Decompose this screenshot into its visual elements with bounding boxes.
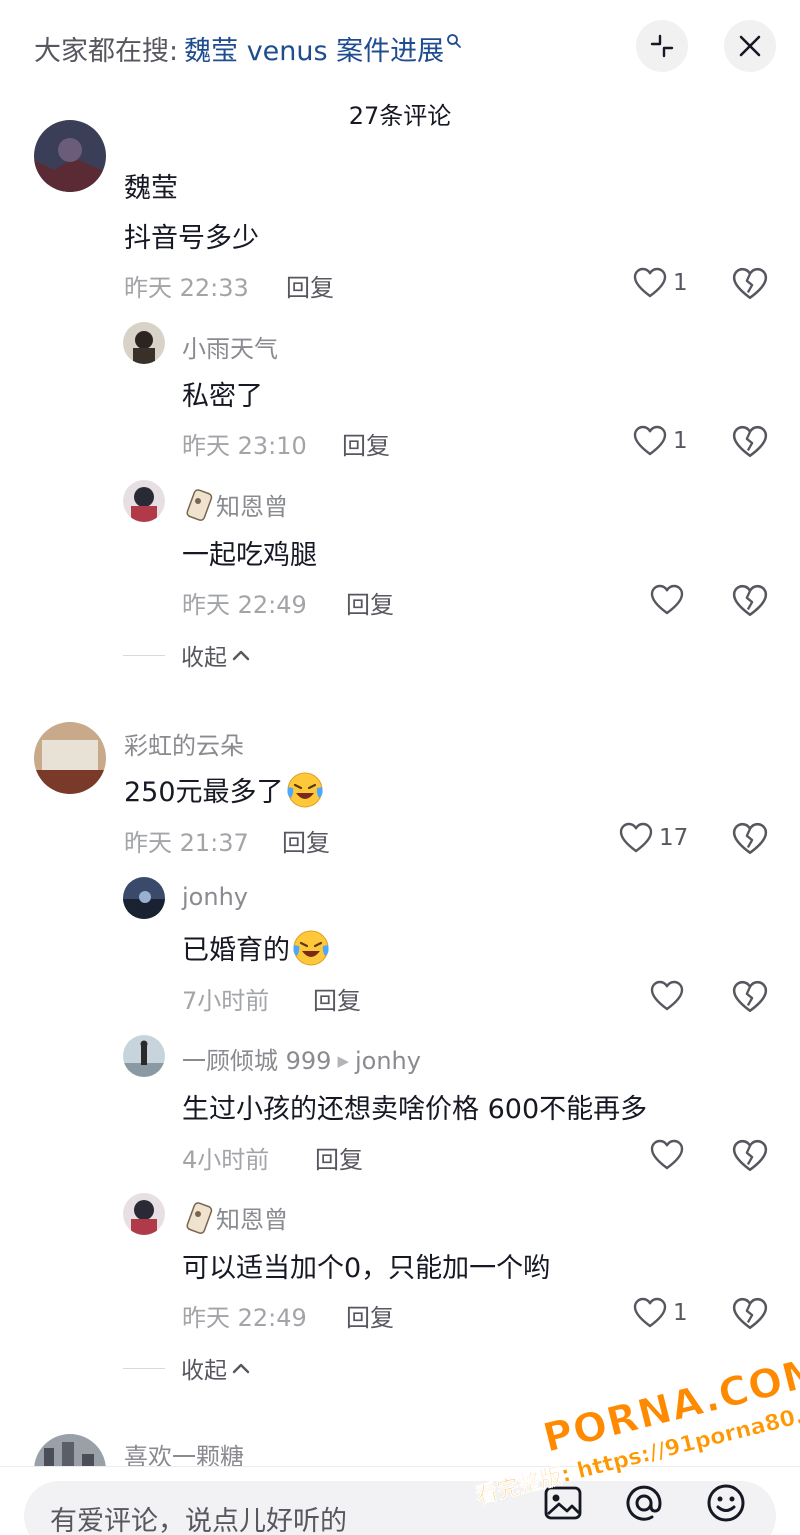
comment-time: 昨天 22:33 — [124, 274, 249, 302]
avatar[interactable] — [123, 1035, 165, 1077]
collapse-replies-button[interactable]: 收起 — [123, 640, 251, 671]
comment-count-title: 27条评论 — [348, 102, 452, 130]
heart-icon — [650, 584, 684, 615]
collapse-label: 收起 — [181, 645, 227, 671]
like-button[interactable] — [650, 582, 684, 618]
watermark-logo: PORNA.COM — [538, 1348, 800, 1463]
reply-username[interactable]: 知恩曾 — [182, 487, 288, 523]
broken-heart-icon[interactable] — [732, 821, 768, 857]
reply-time: 昨天 22:49 — [182, 1304, 307, 1332]
reply-username[interactable]: 小雨天气 — [182, 329, 278, 364]
avatar[interactable] — [34, 120, 106, 192]
reply-time: 昨天 23:10 — [182, 432, 307, 460]
reply-username-text: 一顾倾城 999 — [182, 1047, 332, 1075]
reply-username[interactable]: 一顾倾城 999 ▶ jonhy — [182, 1041, 421, 1076]
image-icon[interactable] — [541, 1481, 585, 1525]
like-button[interactable]: 1 — [633, 265, 688, 301]
heart-icon — [633, 425, 667, 456]
search-icon — [447, 34, 462, 48]
trending-search-bar[interactable]: 大家都在搜: 魏莹 venus 案件进展 — [34, 28, 462, 68]
reply-text-content: 已婚育的 — [182, 935, 290, 966]
user-badge-icon — [186, 1202, 213, 1234]
avatar[interactable] — [123, 877, 165, 919]
reply-text: 已婚育的 — [182, 928, 330, 967]
reply-arrow-icon: ▶ — [337, 1052, 349, 1070]
avatar[interactable] — [34, 722, 106, 794]
reply-username[interactable]: 知恩曾 — [182, 1200, 288, 1236]
chevron-up-icon — [232, 650, 250, 661]
like-count: 1 — [673, 270, 688, 296]
avatar[interactable] — [123, 1193, 165, 1235]
comment-text: 250元最多了 — [124, 770, 324, 809]
reply-button[interactable]: 回复 — [346, 585, 394, 620]
like-button[interactable] — [650, 1137, 684, 1173]
reply-button[interactable]: 回复 — [313, 981, 361, 1016]
reply-time: 4小时前 — [182, 1146, 270, 1174]
broken-heart-icon[interactable] — [732, 1138, 768, 1174]
broken-heart-icon[interactable] — [732, 979, 768, 1015]
like-button[interactable] — [650, 978, 684, 1014]
minimize-button[interactable] — [636, 20, 688, 72]
heart-icon — [633, 1297, 667, 1328]
heart-icon — [650, 980, 684, 1011]
search-prefix-label: 大家都在搜: — [34, 35, 179, 67]
like-count: 17 — [659, 825, 689, 851]
comment-username[interactable]: 魏莹 — [124, 166, 178, 205]
comment-username[interactable]: 彩虹的云朵 — [124, 726, 244, 761]
comment-input-bar: 有爱评论，说点儿好听的 — [0, 1466, 800, 1535]
collapse-arrows-icon — [650, 34, 674, 58]
comment-text-content: 250元最多了 — [124, 777, 284, 808]
reply-username-text: 知恩曾 — [216, 493, 288, 521]
like-count: 1 — [673, 428, 688, 454]
like-count: 1 — [673, 1300, 688, 1326]
reply-text: 生过小孩的还想卖啥价格 600不能再多 — [182, 1094, 648, 1125]
reply-button[interactable]: 回复 — [346, 1298, 394, 1333]
search-topic-link[interactable]: 魏莹 venus 案件进展 — [184, 29, 444, 68]
comment-input-placeholder: 有爱评论，说点儿好听的 — [50, 1506, 347, 1535]
collapse-replies-button[interactable]: 收起 — [123, 1353, 251, 1384]
like-button[interactable]: 17 — [619, 820, 688, 856]
broken-heart-icon[interactable] — [732, 1296, 768, 1332]
reply-to-username[interactable]: jonhy — [355, 1047, 421, 1075]
avatar[interactable] — [123, 322, 165, 364]
laughing-crying-emoji-icon — [293, 930, 329, 966]
reply-button[interactable]: 回复 — [315, 1140, 363, 1175]
comment-text: 抖音号多少 — [124, 223, 259, 254]
avatar[interactable] — [123, 480, 165, 522]
chevron-up-icon — [232, 1363, 250, 1374]
heart-icon — [619, 822, 653, 853]
like-button[interactable]: 1 — [633, 1295, 688, 1331]
reply-button[interactable]: 回复 — [282, 823, 330, 858]
user-badge-icon — [186, 489, 213, 521]
reply-button[interactable]: 回复 — [286, 268, 334, 303]
divider — [123, 1367, 165, 1369]
reply-time: 昨天 22:49 — [182, 591, 307, 619]
broken-heart-icon[interactable] — [732, 266, 768, 302]
divider — [123, 654, 165, 656]
comment-time: 昨天 21:37 — [124, 829, 249, 857]
reply-button[interactable]: 回复 — [342, 426, 390, 461]
collapse-label: 收起 — [181, 1358, 227, 1384]
heart-icon — [633, 267, 667, 298]
reply-time: 7小时前 — [182, 987, 270, 1015]
at-icon[interactable] — [622, 1481, 666, 1525]
reply-text: 一起吃鸡腿 — [182, 540, 317, 571]
smiley-icon[interactable] — [704, 1481, 748, 1525]
broken-heart-icon[interactable] — [732, 583, 768, 619]
broken-heart-icon[interactable] — [732, 424, 768, 460]
reply-text: 私密了 — [182, 381, 263, 412]
heart-icon — [650, 1139, 684, 1170]
close-icon — [739, 35, 761, 57]
reply-username[interactable]: jonhy — [182, 883, 248, 911]
close-button[interactable] — [724, 20, 776, 72]
reply-text: 可以适当加个0，只能加一个哟 — [182, 1253, 551, 1284]
laughing-crying-emoji-icon — [286, 772, 323, 808]
like-button[interactable]: 1 — [633, 423, 688, 459]
reply-username-text: 知恩曾 — [216, 1206, 288, 1234]
